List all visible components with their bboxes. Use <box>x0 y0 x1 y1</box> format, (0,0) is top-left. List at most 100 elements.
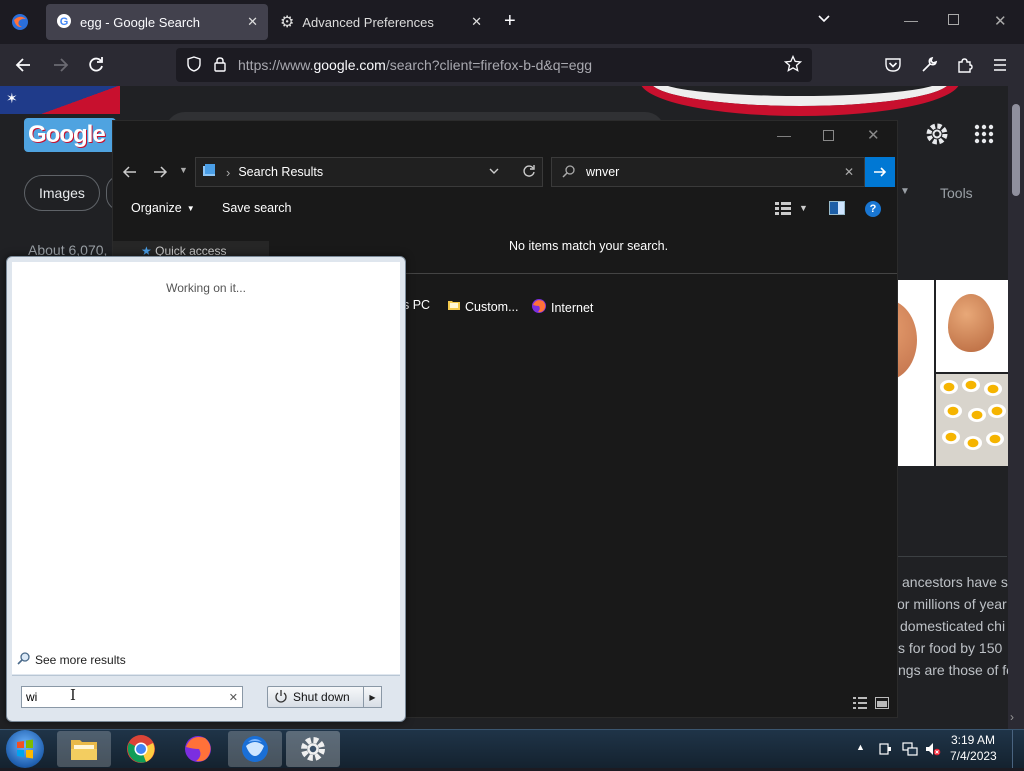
divider <box>897 556 1007 557</box>
start-orb-button[interactable] <box>6 730 44 768</box>
no-items-message: No items match your search. <box>509 239 669 253</box>
google-apps-grid-icon[interactable] <box>974 124 994 147</box>
search-location-custom[interactable]: Custom... <box>447 298 519 315</box>
clear-search-icon[interactable]: ✕ <box>229 691 238 704</box>
search-status-text: Working on it... <box>166 281 246 295</box>
doodle-star-icon: ✶ <box>6 90 18 106</box>
tab-egg-google-search[interactable]: G egg - Google Search ✕ <box>46 4 268 40</box>
taskbar-thunderbird-icon[interactable] <box>228 731 282 767</box>
svg-text:G: G <box>60 16 69 28</box>
taskbar-chrome-icon[interactable] <box>114 731 168 767</box>
google-logo-text: Google <box>28 121 106 148</box>
address-bar[interactable]: › Search Results <box>195 157 543 187</box>
location-label: s PC <box>403 298 431 312</box>
search-location-this-pc[interactable]: s PC <box>403 298 430 312</box>
address-dropdown-chevron-icon[interactable] <box>488 165 500 180</box>
close-window-button[interactable]: ✕ <box>994 12 1007 30</box>
tray-volume-muted-icon[interactable] <box>925 742 941 759</box>
start-menu: Working on it... See more results wi I ✕… <box>6 256 406 722</box>
explorer-close-button[interactable]: ✕ <box>867 126 880 144</box>
explorer-back-arrow-icon[interactable] <box>121 163 139 184</box>
google-favicon-icon: G <box>56 13 72 32</box>
close-tab-icon[interactable]: ✕ <box>471 14 482 30</box>
scroll-right-chevron-icon[interactable]: › <box>1010 710 1014 724</box>
list-all-tabs-chevron-icon[interactable] <box>817 12 831 29</box>
forward-arrow-icon[interactable] <box>50 55 70 78</box>
hamburger-menu-icon[interactable] <box>992 57 1008 76</box>
explorer-forward-arrow-icon[interactable] <box>151 163 169 184</box>
change-view-icon[interactable] <box>775 201 791 218</box>
recent-locations-chevron-icon[interactable]: ▼ <box>179 165 188 175</box>
search-location-internet[interactable]: Internet <box>531 298 593 317</box>
see-more-label: See more results <box>35 652 126 667</box>
reload-icon[interactable] <box>86 55 106 78</box>
explorer-minimize-button[interactable]: — <box>777 127 791 143</box>
tray-device-icon[interactable] <box>878 742 892 759</box>
google-doodle-logo[interactable]: Google <box>24 118 116 152</box>
url-bar[interactable]: https://www.google.com/search?client=fir… <box>176 48 812 82</box>
clock-time: 3:19 AM <box>950 733 996 747</box>
quick-access-item[interactable]: ★ Quick access <box>141 241 226 257</box>
show-desktop-button[interactable] <box>1012 730 1024 768</box>
wrench-icon[interactable] <box>920 56 938 77</box>
browser-tab-bar: G egg - Google Search ✕ ⚙ Advanced Prefe… <box>0 0 1024 44</box>
snippet-line: ngs are those of fo <box>898 662 1014 678</box>
taskbar-settings-gear-icon[interactable] <box>286 731 340 767</box>
large-icons-view-icon[interactable] <box>875 697 889 712</box>
taskbar-file-explorer-icon[interactable] <box>57 731 111 767</box>
snippet-line: or millions of year <box>897 596 1007 612</box>
chip-label: Images <box>39 185 85 201</box>
save-search-button[interactable]: Save search <box>222 201 291 215</box>
egg-image-partial[interactable] <box>897 280 934 466</box>
page-scrollbar[interactable] <box>1008 86 1024 729</box>
start-search-input[interactable]: wi I ✕ <box>21 686 243 708</box>
clock[interactable]: 3:19 AM 7/4/2023 <box>950 732 997 764</box>
text-cursor-ibeam-icon: I <box>70 686 76 704</box>
tracking-protection-shield-icon[interactable] <box>186 55 202 75</box>
view-options-caret-icon[interactable]: ▼ <box>799 203 808 213</box>
breadcrumb[interactable]: Search Results <box>238 165 323 179</box>
tab-advanced-preferences[interactable]: ⚙ Advanced Preferences ✕ <box>270 4 492 40</box>
minimize-window-button[interactable]: — <box>904 12 918 28</box>
snippet-line: ancestors have s <box>902 574 1008 590</box>
new-tab-button[interactable]: + <box>504 10 516 33</box>
restore-window-button[interactable] <box>948 14 959 25</box>
organize-button[interactable]: Organize ▼ <box>131 201 195 215</box>
deviled-eggs-image[interactable] <box>936 374 1008 466</box>
pocket-icon[interactable] <box>884 56 902 77</box>
doodle-flag-decoration <box>0 86 120 114</box>
more-filters-caret-icon[interactable]: ▼ <box>900 186 910 197</box>
explorer-search-field[interactable]: wnver ✕ <box>551 157 865 187</box>
back-arrow-icon[interactable] <box>14 55 34 78</box>
help-question-icon[interactable]: ? <box>865 201 881 217</box>
clear-search-icon[interactable]: ✕ <box>844 165 854 179</box>
gear-icon: ⚙ <box>280 14 295 31</box>
scrollbar-thumb[interactable] <box>1012 104 1020 196</box>
details-view-icon[interactable] <box>853 697 867 712</box>
organize-label: Organize <box>131 201 182 215</box>
search-results-panel <box>12 262 400 674</box>
images-filter-chip[interactable]: Images <box>24 175 100 211</box>
explorer-maximize-button[interactable] <box>823 130 834 141</box>
close-tab-icon[interactable]: ✕ <box>247 14 258 30</box>
bookmark-star-icon[interactable] <box>783 54 803 76</box>
magnifier-icon <box>562 164 576 181</box>
padlock-icon[interactable] <box>212 56 228 75</box>
egg-image[interactable] <box>936 280 1008 372</box>
extensions-puzzle-icon[interactable] <box>956 56 974 77</box>
start-divider <box>12 675 400 676</box>
search-results-folder-icon <box>202 163 218 182</box>
settings-gear-icon[interactable] <box>925 122 949 149</box>
tray-network-icon[interactable] <box>902 742 918 759</box>
firefox-view-icon[interactable] <box>10 12 30 32</box>
show-hidden-icons-arrow-icon[interactable]: ▲ <box>856 742 865 752</box>
search-go-arrow-button[interactable] <box>865 157 895 187</box>
see-more-results-link[interactable]: See more results <box>17 651 126 668</box>
taskbar-firefox-icon[interactable] <box>171 731 225 767</box>
tools-button[interactable]: Tools <box>940 185 973 201</box>
refresh-icon[interactable] <box>522 164 536 181</box>
preview-pane-icon[interactable] <box>829 201 845 218</box>
shutdown-options-arrow-button[interactable]: ▶ <box>363 686 382 708</box>
breadcrumb-separator-icon: › <box>226 164 231 180</box>
shutdown-button[interactable]: Shut down <box>267 686 367 708</box>
